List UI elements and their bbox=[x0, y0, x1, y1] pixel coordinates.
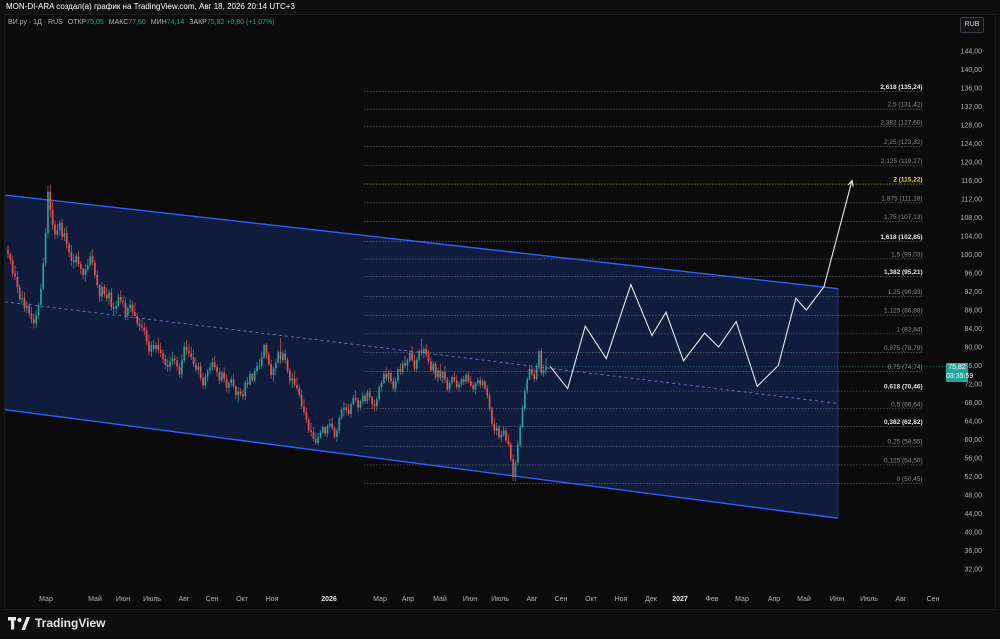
footer bbox=[0, 611, 1000, 639]
open-label: ОТКР bbox=[67, 19, 87, 26]
symbol-name: ВИ.ру · 1Д · RUS bbox=[8, 19, 63, 26]
high-label: МАКС bbox=[108, 19, 129, 26]
high-value: 77,60 bbox=[128, 19, 146, 26]
low-label: МИН bbox=[150, 19, 167, 26]
current-price-value: 75,82 bbox=[948, 364, 966, 371]
symbol-legend: ВИ.ру · 1Д · RUS ОТКР75,05 МАКС77,60 МИН… bbox=[8, 19, 275, 26]
close-label: ЗАКР bbox=[189, 19, 207, 26]
bar-countdown: 03:35:59 bbox=[946, 373, 974, 380]
close-value: 75,82 bbox=[206, 19, 225, 26]
current-price-badge: 75,82 03:35:59 bbox=[946, 363, 974, 382]
chart-credit: MON-DI-ARA создал(а) график на TradingVi… bbox=[0, 0, 1000, 14]
low-value: 74,14 bbox=[166, 19, 185, 26]
currency-button[interactable]: RUB bbox=[960, 17, 984, 33]
tradingview-logo-icon bbox=[8, 616, 30, 630]
change-value: +0,80 (+1,07%) bbox=[226, 19, 275, 26]
open-value: 75,05 bbox=[86, 19, 104, 26]
chart-panel[interactable] bbox=[4, 14, 996, 610]
tradingview-logo[interactable]: TradingView bbox=[8, 616, 105, 630]
tradingview-logo-text: TradingView bbox=[35, 616, 106, 630]
